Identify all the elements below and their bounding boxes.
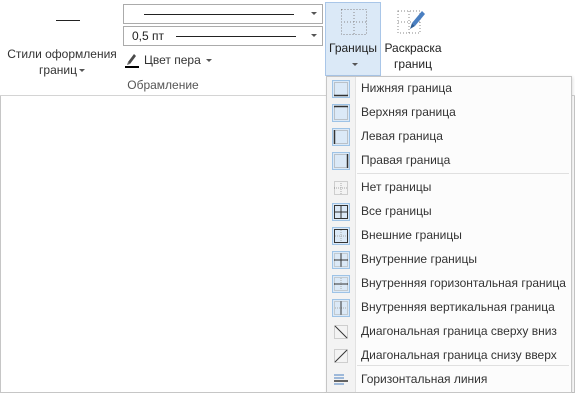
- menu-item-label: Верхняя граница: [361, 105, 456, 119]
- chevron-down-icon: [206, 59, 213, 63]
- menu-item-label: Горизонтальная линия: [361, 372, 488, 386]
- border-painter-icon: [397, 10, 425, 34]
- pen-weight-dropdown[interactable]: 0,5 пт: [123, 26, 323, 46]
- menu-item-label: Диагональная граница сверху вниз: [361, 324, 557, 338]
- menu-item-label: Внешние границы: [361, 228, 462, 242]
- chevron-down-icon: [352, 63, 358, 66]
- menu-item-bottom-border[interactable]: Нижняя граница: [327, 77, 571, 101]
- menu-item-horizontal-line[interactable]: Горизонтальная линия: [327, 368, 571, 392]
- chevron-down-icon[interactable]: [306, 5, 322, 23]
- border-styles-button[interactable]: Стили оформления границ: [4, 4, 120, 77]
- menu-item-top-border[interactable]: Верхняя граница: [327, 101, 571, 125]
- border-painter-label: Раскраска границ: [384, 41, 442, 71]
- chevron-down-icon[interactable]: [306, 27, 322, 45]
- pen-style-preview: [144, 14, 294, 15]
- menu-item-right-border[interactable]: Правая граница: [327, 149, 571, 173]
- group-label: Обрамление: [127, 78, 199, 92]
- menu-item-inside-borders[interactable]: Внутренние границы: [327, 248, 571, 272]
- menu-item-inside-horizontal-border[interactable]: Внутренняя горизонтальная граница: [327, 272, 571, 296]
- menu-item-label: Правая граница: [361, 153, 451, 167]
- no-border-icon: [334, 181, 348, 195]
- menu-item-label: Нет границы: [361, 180, 432, 194]
- menu-item-label: Левая граница: [361, 129, 443, 143]
- menu-item-label: Диагональная граница снизу вверх: [361, 348, 557, 362]
- right-border-icon: [332, 152, 350, 170]
- horizontal-line-icon: [334, 374, 348, 385]
- border-painter-button[interactable]: Раскраска границ: [384, 2, 442, 76]
- menu-item-no-border[interactable]: Нет границы: [327, 176, 571, 200]
- menu-item-label: Внутренние границы: [361, 252, 477, 266]
- top-border-icon: [332, 104, 350, 122]
- outside-borders-icon: [332, 227, 350, 245]
- pen-weight-preview: [176, 36, 296, 37]
- menu-item-label: Внутренняя вертикальная граница: [361, 300, 555, 314]
- borders-button[interactable]: Границы: [325, 2, 381, 76]
- menu-item-outside-borders[interactable]: Внешние границы: [327, 224, 571, 248]
- chevron-down-icon: [78, 69, 85, 73]
- diagonal-down-border-icon: [334, 325, 348, 339]
- border-style-preview: [56, 20, 80, 21]
- diagonal-up-border-icon: [334, 349, 348, 363]
- pen-color-label: Цвет пера: [144, 53, 213, 67]
- pen-icon: [125, 54, 139, 68]
- border-styles-label: Стили оформления границ: [7, 47, 117, 77]
- menu-item-inside-vertical-border[interactable]: Внутренняя вертикальная граница: [327, 296, 571, 320]
- pen-weight-value: 0,5 пт: [132, 29, 165, 43]
- all-borders-icon: [341, 9, 367, 35]
- inside-horizontal-border-icon: [332, 275, 350, 293]
- pen-style-dropdown[interactable]: [123, 4, 323, 24]
- left-border-icon: [332, 128, 350, 146]
- all-borders-icon: [332, 203, 350, 221]
- menu-item-label: Все границы: [361, 204, 432, 218]
- menu-item-label: Внутренняя горизонтальная граница: [361, 276, 566, 290]
- inside-borders-icon: [332, 251, 350, 269]
- menu-item-all-borders[interactable]: Все границы: [327, 200, 571, 224]
- borders-dropdown-menu: Нижняя граница Верхняя граница Левая грани…: [326, 76, 572, 393]
- menu-separator: [357, 365, 569, 366]
- borders-label: Границы: [329, 41, 377, 55]
- inside-vertical-border-icon: [332, 299, 350, 317]
- menu-separator: [357, 173, 569, 174]
- menu-item-diagonal-down-border[interactable]: Диагональная граница сверху вниз: [327, 320, 571, 344]
- bottom-border-icon: [332, 80, 350, 98]
- menu-item-left-border[interactable]: Левая граница: [327, 125, 571, 149]
- menu-item-label: Нижняя граница: [361, 81, 452, 95]
